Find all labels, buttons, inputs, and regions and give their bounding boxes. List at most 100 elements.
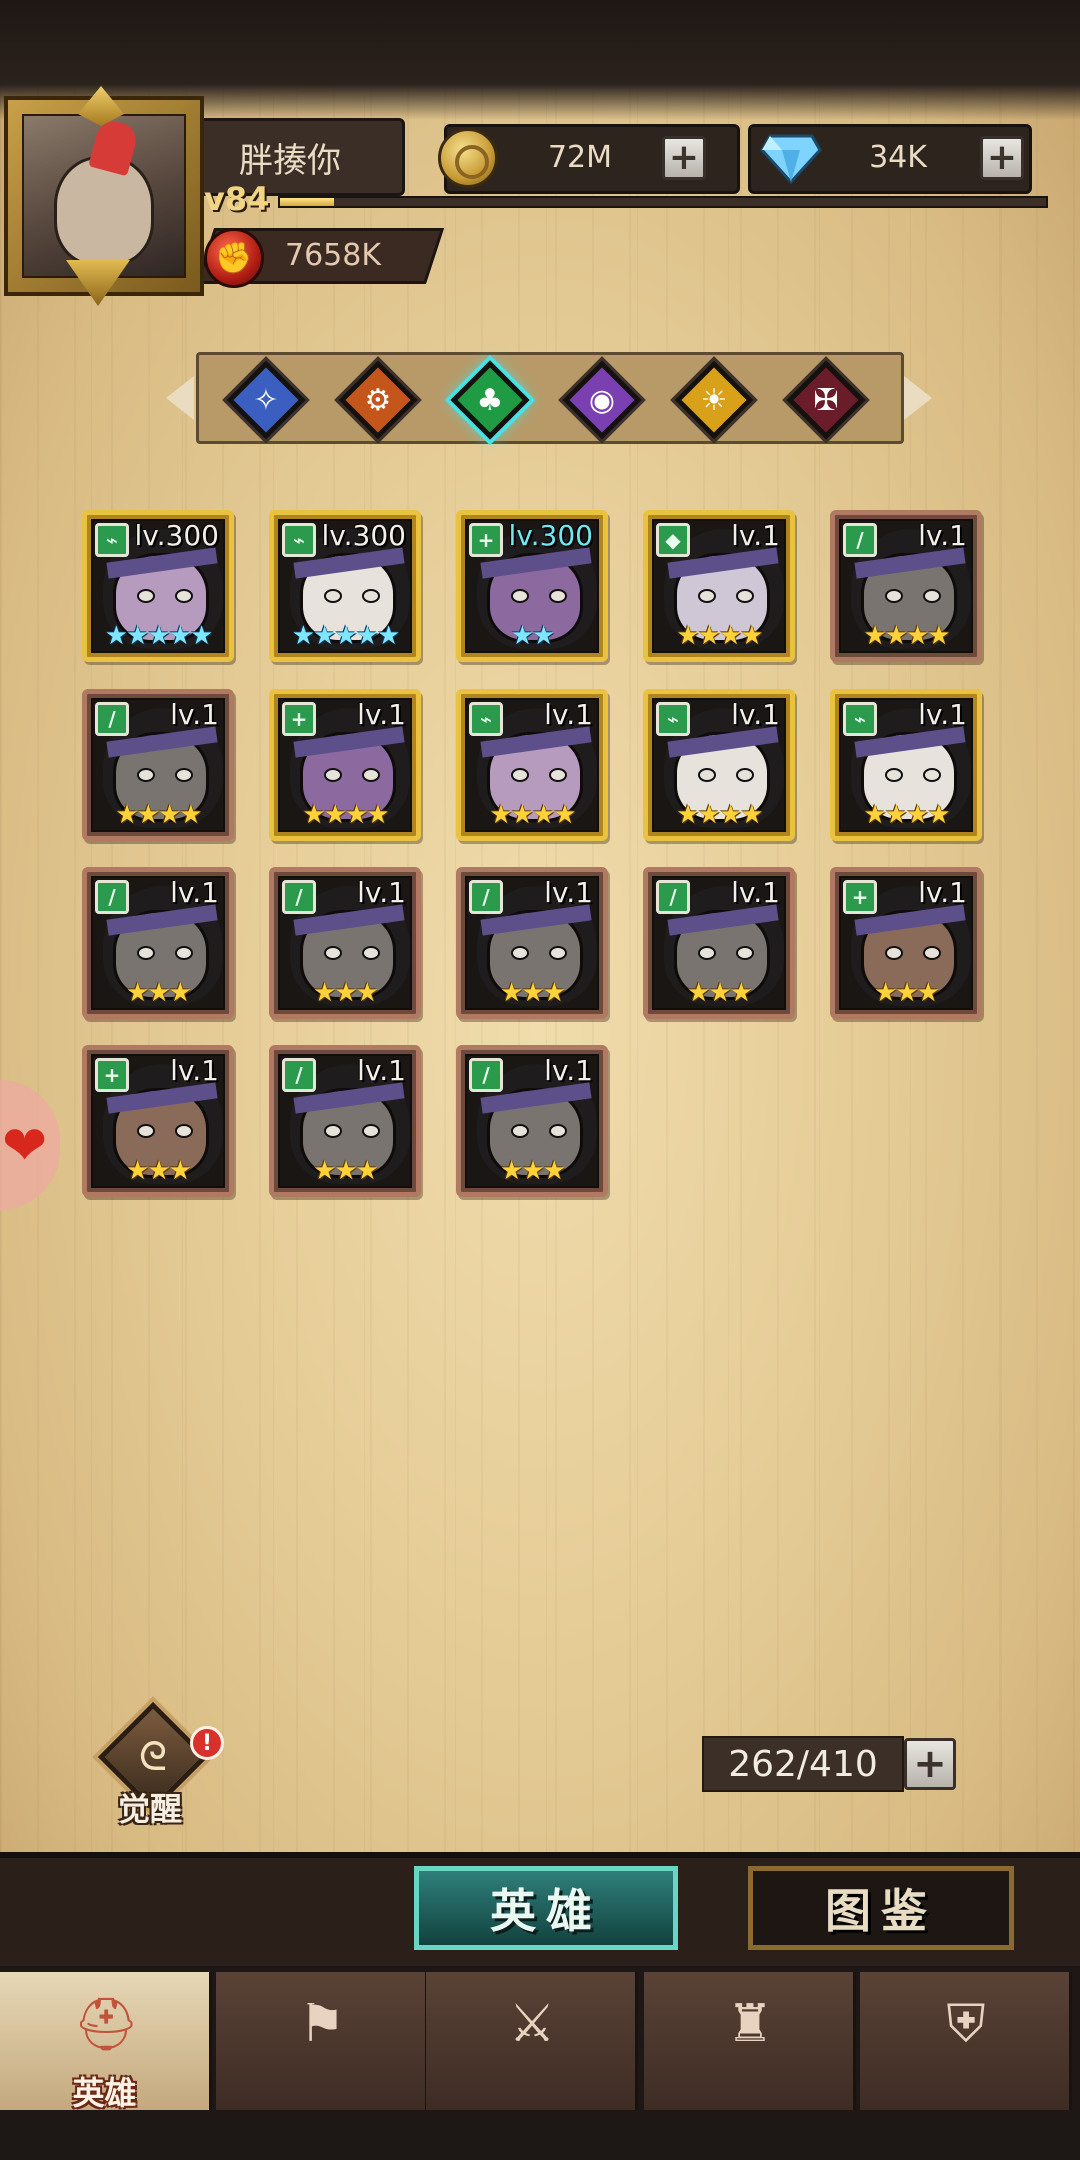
hero-eye <box>137 946 155 960</box>
hero-level: lv.1 <box>357 876 406 909</box>
hero-card[interactable]: / lv.1 ★★★★ <box>830 510 982 662</box>
hero-stars: ★★ <box>510 621 556 651</box>
tab-codex[interactable]: 图鉴 <box>748 1866 1014 1950</box>
arrow-right-icon[interactable] <box>904 376 932 420</box>
hero-eye <box>549 946 567 960</box>
hero-class-icon: ⌁ <box>469 702 503 736</box>
hero-eye <box>511 768 529 782</box>
hero-class-icon: / <box>469 880 503 914</box>
hero-card[interactable]: + lv.1 ★★★ <box>830 867 982 1019</box>
hero-stars: ★★★★ <box>863 621 950 651</box>
hero-class-icon: + <box>843 880 877 914</box>
hero-level: lv.1 <box>731 519 780 552</box>
hero-class-icon: + <box>469 523 503 557</box>
hero-card[interactable]: / lv.1 ★★★★ <box>82 689 234 841</box>
hero-eye <box>362 946 380 960</box>
gem-value: 34K <box>869 140 927 175</box>
hero-card[interactable]: ◆ lv.1 ★★★★ <box>643 510 795 662</box>
hero-level: lv.1 <box>918 519 967 552</box>
hero-card[interactable]: ⌁ lv.1 ★★★★ <box>643 689 795 841</box>
hero-card[interactable]: / lv.1 ★★★ <box>269 1045 421 1197</box>
hero-eye <box>885 589 903 603</box>
hero-stars: ★★★ <box>500 1156 566 1186</box>
orange-faction-icon[interactable]: ⚙ <box>338 360 418 440</box>
hero-level: lv.300 <box>321 519 406 552</box>
hero-eye <box>698 768 716 782</box>
hero-eye <box>511 946 529 960</box>
hero-card[interactable]: + lv.1 ★★★★ <box>269 689 421 841</box>
hero-stars: ★★★★ <box>489 800 576 830</box>
hero-class-icon: ⌁ <box>95 523 129 557</box>
purple-faction-icon[interactable]: ◉ <box>562 360 642 440</box>
hero-class-icon: / <box>95 880 129 914</box>
hero-card[interactable]: + lv.1 ★★★ <box>82 1045 234 1197</box>
hero-eye <box>324 768 342 782</box>
blue-faction-icon[interactable]: ✧ <box>226 360 306 440</box>
player-level: lv84 <box>193 180 270 218</box>
awaken-label: 觉醒 <box>118 1790 183 1828</box>
hero-eye <box>362 1124 380 1138</box>
hero-card[interactable]: ⌁ lv.300 ★★★★★ <box>82 510 234 662</box>
hero-eye <box>324 589 342 603</box>
hero-stars: ★★★★★ <box>291 621 401 651</box>
faction-glyph: ✧ <box>253 382 279 418</box>
hero-class-icon: / <box>843 523 877 557</box>
hero-card[interactable]: ⌁ lv.1 ★★★★ <box>456 689 608 841</box>
hero-level: lv.1 <box>544 698 593 731</box>
nav-item-4[interactable]: ♜ <box>644 1972 856 2110</box>
hero-level: lv.1 <box>357 698 406 731</box>
hero-card[interactable]: / lv.1 ★★★ <box>456 1045 608 1197</box>
hero-level: lv.1 <box>918 698 967 731</box>
hero-eye <box>736 768 754 782</box>
hero-level: lv.1 <box>544 1054 593 1087</box>
hero-eye <box>885 946 903 960</box>
hero-class-icon: ⌁ <box>656 702 690 736</box>
hero-level: lv.1 <box>170 698 219 731</box>
nav-item-2[interactable]: ⚑ <box>216 1972 428 2110</box>
hero-level: lv.300 <box>134 519 219 552</box>
hero-level: lv.1 <box>731 698 780 731</box>
nav-item-5[interactable]: ⛨ <box>860 1972 1072 2110</box>
nav-item-3[interactable]: ⚔ <box>426 1972 638 2110</box>
hero-eye <box>698 946 716 960</box>
hero-card[interactable]: / lv.1 ★★★ <box>269 867 421 1019</box>
hero-eye <box>324 1124 342 1138</box>
hero-eye <box>549 589 567 603</box>
hero-stars: ★★★★ <box>302 800 389 830</box>
guild-icon: ⛨ <box>946 1993 986 2054</box>
gold-faction-icon[interactable]: ☀ <box>674 360 754 440</box>
add-gems-button[interactable]: + <box>980 136 1024 180</box>
green-faction-icon[interactable]: ♣ <box>450 360 530 440</box>
hero-level: lv.1 <box>170 1054 219 1087</box>
hero-eye <box>362 768 380 782</box>
hero-card[interactable]: ⌁ lv.300 ★★★★★ <box>269 510 421 662</box>
hero-eye <box>923 768 941 782</box>
flag-icon: ⚑ <box>298 1994 346 2054</box>
hero-class-icon: / <box>282 880 316 914</box>
crimson-faction-icon[interactable]: ✠ <box>786 360 866 440</box>
hero-card[interactable]: + lv.300 ★★ <box>456 510 608 662</box>
hero-card[interactable]: / lv.1 ★★★ <box>82 867 234 1019</box>
hero-stars: ★★★ <box>126 978 192 1008</box>
tab-heroes[interactable]: 英雄 <box>414 1866 678 1950</box>
xp-bar <box>278 196 1048 208</box>
avatar-face <box>54 156 154 266</box>
add-gold-button[interactable]: + <box>662 136 706 180</box>
expand-capacity-button[interactable]: + <box>904 1738 956 1790</box>
hero-class-icon: / <box>469 1058 503 1092</box>
nav-item-1[interactable]: ⛑ 英雄 <box>0 1972 212 2112</box>
hero-capacity: 262/410 <box>702 1736 904 1792</box>
hero-card[interactable]: / lv.1 ★★★ <box>456 867 608 1019</box>
hero-card[interactable]: ⌁ lv.1 ★★★★ <box>830 689 982 841</box>
hero-class-icon: ⌁ <box>843 702 877 736</box>
helmet-icon: ⛑ <box>72 1994 139 2055</box>
hero-card[interactable]: / lv.1 ★★★ <box>643 867 795 1019</box>
arrow-left-icon[interactable] <box>166 376 194 420</box>
alert-badge: ! <box>190 1726 224 1760</box>
faction-glyph: ⚙ <box>364 382 392 418</box>
hero-eye <box>137 589 155 603</box>
hero-class-icon: ◆ <box>656 523 690 557</box>
hero-level: lv.1 <box>544 876 593 909</box>
nav-label: 英雄 <box>72 2074 137 2112</box>
hero-eye <box>324 946 342 960</box>
